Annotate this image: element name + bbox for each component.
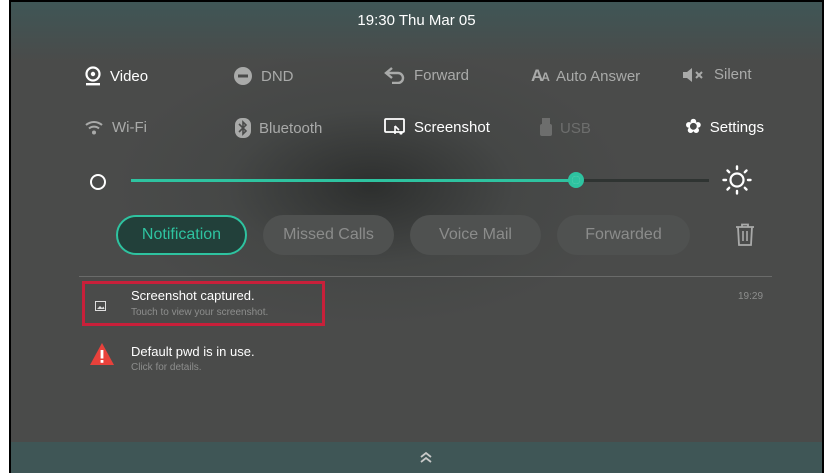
toggle-silent[interactable]: Silent: [682, 66, 752, 83]
tab-missed-calls[interactable]: Missed Calls: [263, 215, 394, 255]
trash-icon[interactable]: [735, 223, 755, 252]
forward-icon: [384, 66, 406, 84]
phone-frame: 19:30 Thu Mar 05 Video DND Forward AA Au…: [9, 0, 824, 473]
divider: [79, 276, 772, 277]
toggle-screenshot[interactable]: Screenshot: [384, 118, 490, 136]
notification-subtitle: Click for details.: [131, 362, 202, 373]
toggle-label: Auto Answer: [555, 67, 641, 85]
brightness-high-icon: [722, 165, 752, 200]
toggle-usb[interactable]: USB: [540, 118, 591, 138]
toggle-label: Silent: [714, 66, 752, 83]
toggle-label: USB: [560, 119, 591, 137]
brightness-handle[interactable]: [568, 172, 585, 188]
brightness-fill: [131, 179, 577, 182]
toggle-bluetooth[interactable]: Bluetooth: [235, 118, 322, 138]
tab-forwarded[interactable]: Forwarded: [557, 215, 690, 255]
silent-icon: [682, 67, 706, 83]
usb-icon: [540, 118, 552, 138]
brightness-low-icon: [90, 174, 106, 190]
status-bar-background: [11, 2, 822, 62]
bluetooth-icon: [235, 118, 251, 138]
warning-icon: [89, 342, 115, 371]
notification-time: 19:29: [738, 291, 764, 302]
toggle-label: DND: [261, 67, 294, 85]
auto-answer-icon: AA: [531, 66, 550, 85]
toggle-label: Settings: [709, 118, 764, 136]
toggle-forward[interactable]: Forward: [384, 66, 469, 84]
screenshot-icon: [384, 118, 406, 136]
toggle-wifi[interactable]: Wi-Fi: [84, 118, 147, 136]
highlight-box: [82, 281, 325, 326]
collapse-bar[interactable]: [11, 442, 822, 473]
tab-notification[interactable]: Notification: [116, 215, 247, 255]
notification-panel: 19:30 Thu Mar 05 Video DND Forward AA Au…: [11, 2, 822, 473]
toggle-auto-answer[interactable]: AA Auto Answer: [531, 66, 640, 86]
toggle-dnd[interactable]: DND: [233, 66, 294, 86]
brightness-slider[interactable]: [131, 172, 709, 188]
settings-button[interactable]: ✿ Settings: [685, 116, 764, 138]
chevron-up-icon[interactable]: [419, 450, 433, 468]
wifi-icon: [84, 118, 104, 136]
toggle-video[interactable]: Video: [84, 66, 148, 86]
status-time: 19:30 Thu Mar 05: [357, 12, 476, 29]
dnd-icon: [233, 66, 253, 86]
toggle-label: Video: [110, 67, 149, 85]
notification-title: Default pwd is in use.: [131, 344, 255, 359]
settings-icon: ✿: [685, 116, 702, 138]
toggle-label: Bluetooth: [259, 119, 323, 137]
toggle-label: Screenshot: [414, 118, 490, 136]
toggle-label: Forward: [414, 66, 470, 84]
tab-voice-mail[interactable]: Voice Mail: [410, 215, 541, 255]
toggle-label: Wi-Fi: [112, 118, 147, 136]
video-icon: [84, 66, 102, 86]
